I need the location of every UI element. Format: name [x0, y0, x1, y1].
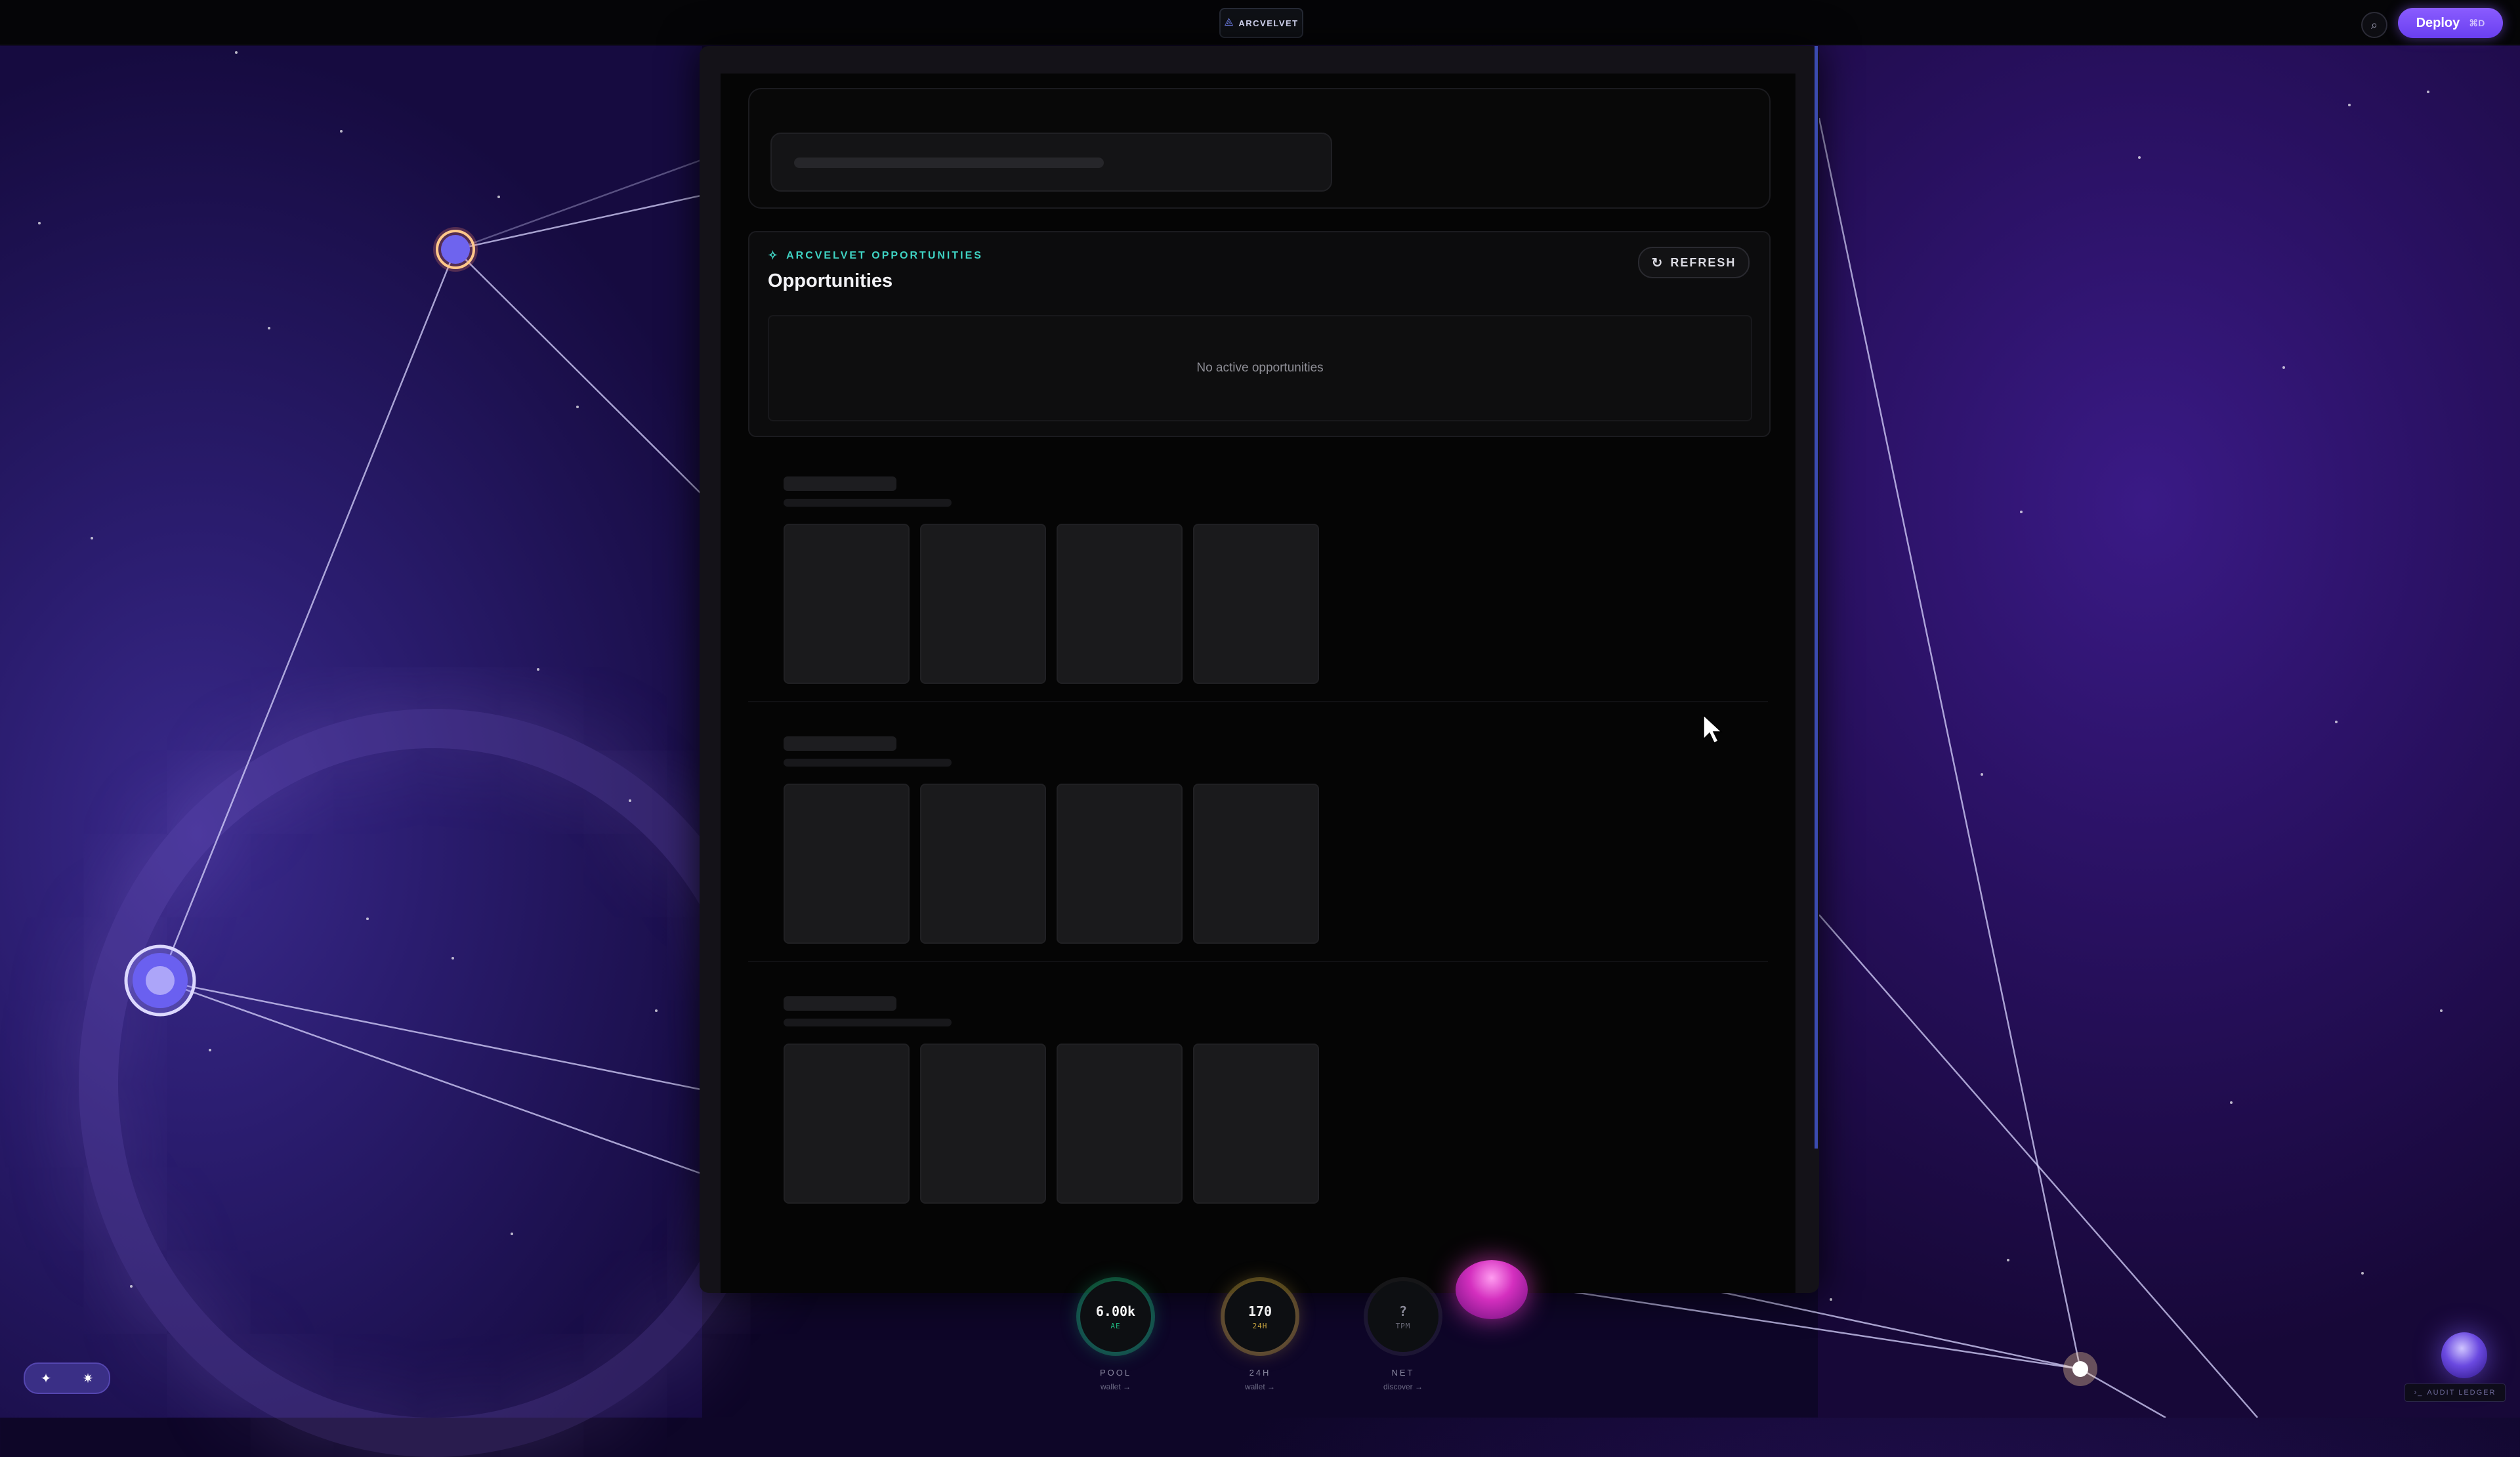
skeleton-subtitle [784, 1019, 952, 1026]
pool-unit: AE [1110, 1321, 1121, 1330]
app-logo[interactable]: ⟁ ARCVELVET [1219, 8, 1303, 38]
net-gauge[interactable]: ? TPM [1368, 1281, 1438, 1352]
top-bar: ⟁ ARCVELVET ⌕ Deploy ⌘D [0, 0, 2520, 45]
main-panel: ✧ ARCVELVET OPPORTUNITIES Opportunities … [721, 74, 1796, 1293]
deploy-button[interactable]: Deploy ⌘D [2398, 8, 2503, 38]
terminal-icon: ›_ [2414, 1389, 2424, 1397]
skeleton-tile [920, 1044, 1046, 1204]
skeleton-tile [1193, 784, 1319, 944]
logo-mark-icon: ⟁ [1224, 17, 1234, 28]
deploy-shortcut: ⌘D [2469, 17, 2485, 28]
loading-section-3 [748, 996, 1768, 1233]
pool-wallet-link[interactable]: wallet → [1070, 1382, 1162, 1391]
search-input[interactable] [770, 133, 1332, 192]
audit-ledger-button[interactable]: ›_ AUDIT LEDGER [2404, 1383, 2506, 1402]
skeleton-tile [920, 784, 1046, 944]
audit-ledger-label: AUDIT LEDGER [2427, 1389, 2496, 1397]
empty-message: No active opportunities [1196, 361, 1324, 375]
24h-unit: 24H [1252, 1321, 1268, 1330]
skeleton-tile [920, 524, 1046, 684]
panel-scrollbar[interactable] [1815, 46, 1818, 1149]
pool-value: 6.00k [1095, 1303, 1136, 1319]
pool-gauge[interactable]: 6.00k AE [1080, 1281, 1151, 1352]
sun-mode-icon[interactable]: ✷ [83, 1370, 94, 1387]
section-divider [748, 701, 1768, 702]
skeleton-tile [1057, 524, 1183, 684]
skeleton-tile [1057, 784, 1183, 944]
loading-section-1 [748, 476, 1768, 713]
24h-gauge[interactable]: 170 24H [1225, 1281, 1295, 1352]
skeleton-tile [1193, 524, 1319, 684]
search-card [748, 88, 1771, 209]
logo-text: ARCVELVET [1238, 18, 1299, 28]
skeleton-title [784, 476, 896, 491]
opportunities-kicker-text: ARCVELVET OPPORTUNITIES [786, 249, 983, 261]
sparkle-mode-icon[interactable]: ✦ [41, 1370, 52, 1387]
opportunities-kicker: ✧ ARCVELVET OPPORTUNITIES [768, 249, 983, 263]
opportunities-title: Opportunities [768, 270, 893, 291]
skeleton-title [784, 996, 896, 1011]
24h-value: 170 [1248, 1303, 1272, 1319]
skeleton-subtitle [784, 759, 952, 767]
skeleton-tile [1193, 1044, 1319, 1204]
search-icon: ⌕ [2370, 18, 2378, 32]
net-unit: TPM [1395, 1321, 1411, 1330]
24h-wallet-link[interactable]: wallet → [1214, 1382, 1306, 1391]
search-button[interactable]: ⌕ [2361, 12, 2387, 38]
theme-toggle[interactable]: ✦ ✷ [24, 1362, 110, 1394]
skeleton-tile [784, 1044, 910, 1204]
24h-label: 24H [1249, 1368, 1271, 1378]
corner-node-orb[interactable] [2441, 1332, 2487, 1378]
section-divider [748, 961, 1768, 962]
net-value: ? [1398, 1303, 1408, 1319]
sparkle-icon: ✧ [768, 249, 780, 262]
deploy-label: Deploy [2416, 15, 2460, 30]
opportunities-empty-state: No active opportunities [768, 315, 1752, 421]
pink-node-orb [1456, 1260, 1528, 1319]
refresh-button[interactable]: ↻ REFRESH [1638, 247, 1750, 278]
skeleton-title [784, 736, 896, 751]
pool-label: POOL [1099, 1368, 1132, 1378]
net-discover-link[interactable]: discover → [1357, 1382, 1449, 1391]
skeleton-tile [784, 784, 910, 944]
net-label: NET [1391, 1368, 1415, 1378]
refresh-icon: ↻ [1651, 255, 1664, 270]
skeleton-tile [1057, 1044, 1183, 1204]
opportunities-card: ✧ ARCVELVET OPPORTUNITIES Opportunities … [748, 231, 1771, 437]
search-placeholder-skeleton [794, 158, 1104, 168]
skeleton-tile [784, 524, 910, 684]
refresh-label: REFRESH [1670, 255, 1736, 269]
loading-section-2 [748, 736, 1768, 973]
skeleton-subtitle [784, 499, 952, 507]
